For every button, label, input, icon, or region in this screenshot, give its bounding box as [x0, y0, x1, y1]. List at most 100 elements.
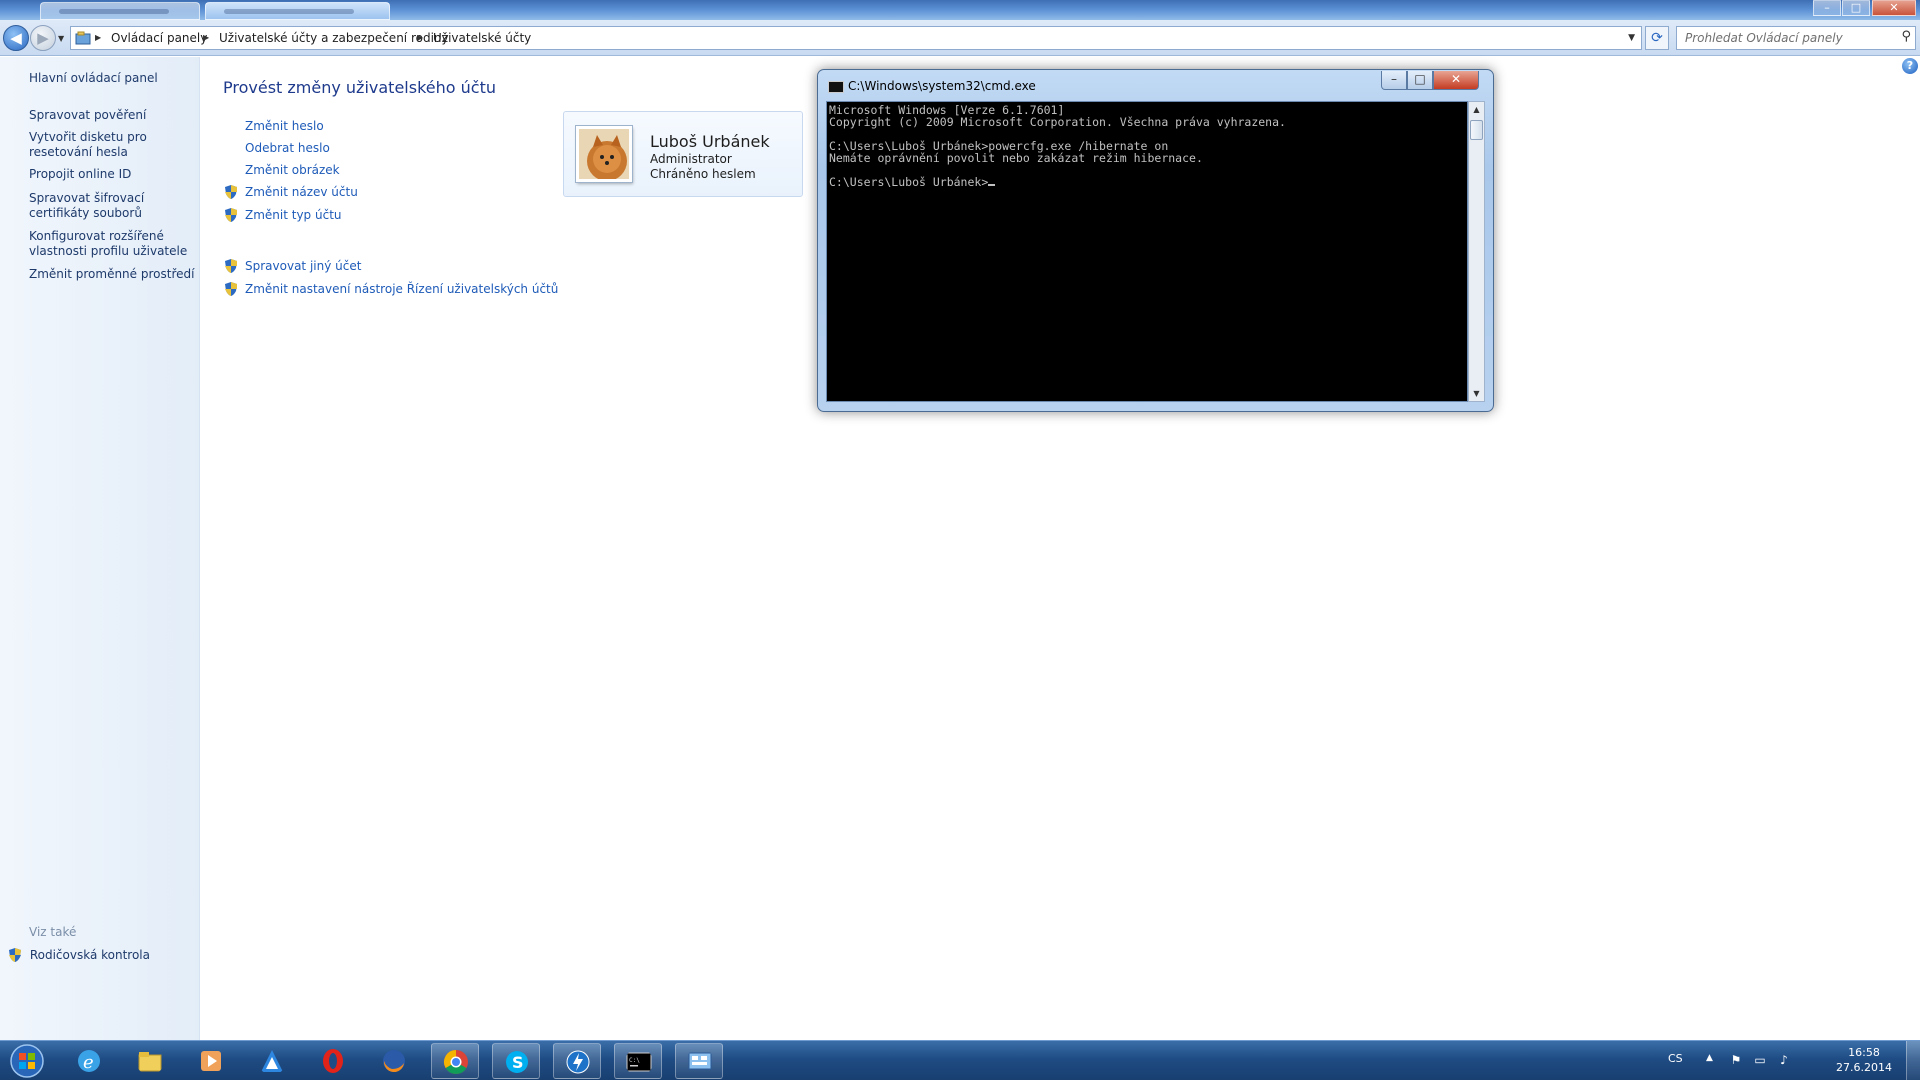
start-button-icon[interactable]: [4, 1042, 50, 1080]
title-strip: – □ ✕: [0, 0, 1920, 20]
browser-tab-1[interactable]: [40, 2, 200, 20]
window-maximize-button[interactable]: □: [1842, 0, 1870, 16]
search-box[interactable]: ⚲: [1676, 26, 1916, 50]
clock[interactable]: 16:58 27.6.2014: [1834, 1045, 1894, 1075]
breadcrumb-control-panel[interactable]: Ovládací panely: [111, 31, 207, 45]
taskbar-cmd[interactable]: C:\: [614, 1043, 662, 1079]
internet-explorer-icon: e: [78, 1050, 100, 1073]
dog-picture-icon: [579, 129, 629, 179]
user-protection-status: Chráněno heslem: [650, 167, 756, 181]
console-line: Copyright (c) 2009 Microsoft Corporation…: [829, 115, 1286, 129]
back-button[interactable]: ◀: [3, 25, 29, 51]
parental-label[interactable]: Rodičovská kontrola: [30, 948, 150, 962]
taskbar-internet-explorer[interactable]: e: [65, 1043, 113, 1079]
cmd-icon[interactable]: [828, 81, 844, 93]
scroll-up-icon[interactable]: ▲: [1469, 102, 1484, 117]
text-cursor: [988, 184, 996, 186]
svg-text:e: e: [83, 1052, 94, 1073]
firefox-icon: [383, 1050, 405, 1073]
app-store-icon: [261, 1050, 283, 1072]
taskbar-firefox[interactable]: [370, 1043, 418, 1079]
help-icon[interactable]: ?: [1902, 58, 1918, 74]
refresh-button[interactable]: ⟳: [1645, 26, 1669, 50]
user-name: Luboš Urbánek: [650, 132, 770, 151]
lightning-icon: [566, 1050, 590, 1074]
link-change-account-type[interactable]: Změnit typ účtu: [245, 208, 342, 222]
search-input[interactable]: [1685, 30, 1885, 46]
taskbar-media-player[interactable]: [187, 1043, 235, 1079]
cmd-maximize-button[interactable]: □: [1407, 71, 1433, 90]
link-encryption-certificates[interactable]: Spravovat šifrovací certifikáty souborů: [29, 191, 199, 221]
breadcrumb-separator-icon[interactable]: ▶: [417, 33, 423, 42]
show-desktop-button[interactable]: [1906, 1041, 1920, 1080]
uac-shield-icon: [225, 185, 237, 199]
console-line: Nemáte oprávnění povolit nebo zakázat re…: [829, 151, 1203, 165]
control-panel-icon: [688, 1052, 712, 1070]
window-minimize-button[interactable]: –: [1813, 0, 1841, 16]
system-tray: CS ▲ ⚑ ▭ ♪ 16:58 27.6.2014: [1660, 1041, 1920, 1080]
folder-icon: [138, 1052, 162, 1072]
media-player-icon: [201, 1051, 221, 1071]
clock-time: 16:58: [1848, 1046, 1880, 1059]
scroll-thumb[interactable]: [1470, 120, 1483, 140]
show-hidden-icons-icon[interactable]: ▲: [1706, 1053, 1713, 1063]
link-remove-password[interactable]: Odebrat heslo: [245, 141, 330, 155]
link-change-picture[interactable]: Změnit obrázek: [245, 163, 340, 177]
taskbar-app-store[interactable]: [248, 1043, 296, 1079]
control-panel-icon: [75, 31, 91, 45]
uac-shield-icon: [225, 282, 237, 296]
action-center-flag-icon[interactable]: ⚑: [1728, 1053, 1744, 1067]
link-uac-settings[interactable]: Změnit nastavení nástroje Řízení uživate…: [245, 282, 558, 296]
scroll-down-icon[interactable]: ▼: [1469, 386, 1484, 401]
clock-date: 27.6.2014: [1836, 1061, 1892, 1074]
taskbar-skype[interactable]: S: [492, 1043, 540, 1079]
network-icon[interactable]: ▭: [1752, 1053, 1768, 1067]
volume-icon[interactable]: ♪: [1776, 1053, 1792, 1067]
cmd-window[interactable]: C:\Windows\system32\cmd.exe – □ ✕ Micros…: [817, 69, 1494, 412]
link-change-account-name[interactable]: Změnit název účtu: [245, 185, 358, 199]
breadcrumb-separator-icon[interactable]: ▶: [95, 33, 101, 42]
link-advanced-profile[interactable]: Konfigurovat rozšířené vlastnosti profil…: [29, 229, 199, 259]
cmd-title: C:\Windows\system32\cmd.exe: [848, 79, 1036, 93]
breadcrumb-separator-icon[interactable]: ▶: [203, 33, 209, 42]
link-environment-variables[interactable]: Změnit proměnné prostředí: [29, 267, 199, 282]
search-icon[interactable]: ⚲: [1901, 29, 1911, 44]
link-online-id[interactable]: Propojit online ID: [29, 167, 199, 182]
svg-text:S: S: [512, 1053, 524, 1072]
cmd-scrollbar[interactable]: ▲ ▼: [1468, 101, 1485, 402]
link-create-reset-disk[interactable]: Vytvořit disketu pro resetování hesla: [29, 130, 199, 160]
link-manage-another-account[interactable]: Spravovat jiný účet: [245, 259, 361, 273]
link-parental-controls[interactable]: Rodičovská kontrola: [8, 947, 150, 963]
cmd-minimize-button[interactable]: –: [1381, 71, 1407, 90]
uac-shield-icon: [225, 259, 237, 273]
forward-button[interactable]: ▶: [30, 25, 56, 51]
avatar[interactable]: [576, 126, 632, 182]
taskbar-opera[interactable]: [309, 1043, 357, 1079]
user-role: Administrator: [650, 152, 732, 166]
recent-pages-dropdown-icon[interactable]: ▼: [58, 34, 64, 43]
see-also-heading: Viz také: [29, 925, 77, 939]
taskbar-chrome[interactable]: [431, 1043, 479, 1079]
taskbar-file-explorer[interactable]: [126, 1043, 174, 1079]
window-close-button[interactable]: ✕: [1872, 0, 1916, 16]
breadcrumb-user-accounts[interactable]: Uživatelské účty: [433, 31, 531, 45]
browser-tab-2[interactable]: [205, 2, 390, 20]
link-change-password[interactable]: Změnit heslo: [245, 119, 324, 133]
skype-icon: S: [506, 1051, 528, 1073]
console-prompt: C:\Users\Luboš Urbánek>: [829, 175, 989, 189]
link-control-panel-home[interactable]: Hlavní ovládací panel: [29, 71, 199, 86]
chrome-icon: [443, 1050, 468, 1075]
taskbar-control-panel[interactable]: [675, 1043, 723, 1079]
address-bar: ◀ ▶ ▼ ▶ Ovládací panely ▶ Uživatelské úč…: [0, 20, 1920, 56]
cmd-close-button[interactable]: ✕: [1433, 71, 1479, 90]
taskbar-thunder-app[interactable]: [553, 1043, 601, 1079]
console-output[interactable]: Microsoft Windows [Verze 6.1.7601] Copyri…: [826, 101, 1468, 402]
console-prompt-line: C:\Users\Luboš Urbánek>: [829, 176, 1467, 188]
link-manage-credentials[interactable]: Spravovat pověření: [29, 108, 199, 123]
address-dropdown-icon[interactable]: ▼: [1628, 33, 1635, 43]
breadcrumb-user-accounts-family[interactable]: Uživatelské účty a zabezpečení rodiny: [219, 31, 449, 45]
breadcrumb[interactable]: ▶ Ovládací panely ▶ Uživatelské účty a z…: [70, 26, 1642, 50]
cmd-icon: C:\: [626, 1052, 652, 1072]
language-indicator[interactable]: CS: [1668, 1052, 1683, 1065]
uac-shield-icon: [225, 208, 237, 222]
